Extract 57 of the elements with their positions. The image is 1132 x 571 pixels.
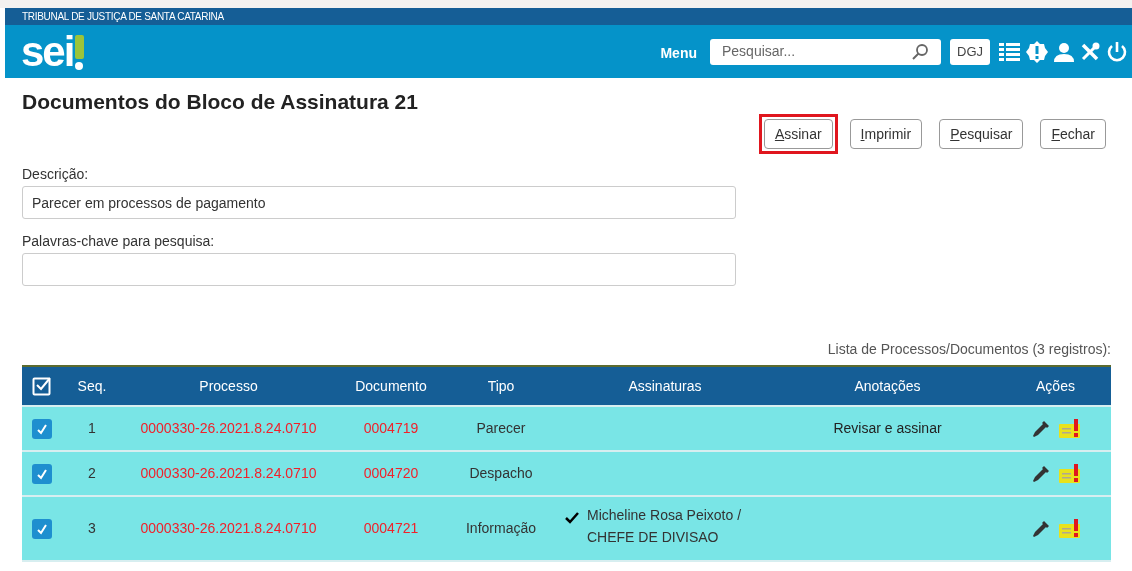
action-button[interactable]: Fechar xyxy=(1040,119,1106,149)
logo[interactable]: sei xyxy=(21,30,74,73)
action-button[interactable]: Imprimir xyxy=(849,119,923,149)
field-label: Palavras-chave para pesquisa: xyxy=(22,232,216,250)
check-icon xyxy=(36,522,48,535)
process-link[interactable]: 0000330-26.2021.8.24.0710 xyxy=(140,463,317,484)
alert-badge-icon[interactable] xyxy=(1026,40,1048,63)
action-button[interactable]: Assinar xyxy=(763,119,833,149)
pen-icon[interactable] xyxy=(1030,518,1051,539)
page-title: Documentos do Bloco de Assinatura 21 xyxy=(22,89,419,115)
pen-icon[interactable] xyxy=(1030,463,1051,484)
process-link[interactable]: 0000330-26.2021.8.24.0710 xyxy=(140,518,317,539)
text-field[interactable] xyxy=(22,253,736,286)
row-checkbox[interactable] xyxy=(32,518,52,539)
document-link[interactable]: 0004721 xyxy=(363,518,419,539)
check-icon xyxy=(36,422,48,435)
text-field[interactable]: Parecer em processos de pagamento xyxy=(22,186,736,219)
note-alert-icon[interactable] xyxy=(1058,463,1081,484)
row-checkbox[interactable] xyxy=(32,418,52,439)
field-label: Descrição: xyxy=(22,165,90,183)
logo-exclamation-icon xyxy=(73,34,86,71)
seq-cell-text: 2 xyxy=(88,464,96,483)
type-cell-text: Despacho xyxy=(469,464,533,483)
power-icon[interactable] xyxy=(1106,40,1128,63)
seq-cell-text: 1 xyxy=(88,419,96,438)
document-link[interactable]: 0004720 xyxy=(363,463,419,484)
annotation-cell-text: Revisar e assinar xyxy=(833,419,942,438)
column-header: Seq. xyxy=(77,376,107,396)
search-field[interactable]: Pesquisar... xyxy=(710,38,941,65)
action-button[interactable]: Pesquisar xyxy=(939,119,1024,149)
type-cell-text: Parecer xyxy=(476,419,526,438)
column-header: Tipo xyxy=(487,376,515,396)
column-header: Processo xyxy=(199,376,258,396)
seq-cell-text: 3 xyxy=(88,519,96,538)
column-header: Ações xyxy=(1036,376,1075,396)
note-alert-icon[interactable] xyxy=(1058,418,1081,439)
pen-icon[interactable] xyxy=(1030,418,1051,439)
column-header: Anotações xyxy=(854,376,921,396)
menu-link[interactable]: Menu xyxy=(660,43,697,64)
table-caption: Lista de Processos/Documentos (3 registros): xyxy=(827,340,1111,359)
process-link[interactable]: 0000330-26.2021.8.24.0710 xyxy=(140,418,317,439)
list-icon[interactable] xyxy=(999,41,1020,62)
note-alert-icon[interactable] xyxy=(1058,518,1081,539)
search-icon[interactable] xyxy=(911,42,929,61)
document-link[interactable]: 0004719 xyxy=(363,418,419,439)
column-header: Documento xyxy=(355,376,427,396)
row-checkbox[interactable] xyxy=(32,463,52,484)
check-icon xyxy=(36,467,48,480)
select-all-icon[interactable] xyxy=(32,376,52,396)
signature-text: Micheline Rosa Peixoto / CHEFE DE DIVISAO xyxy=(587,505,743,547)
unit-button[interactable]: DGJ xyxy=(950,38,990,65)
type-cell-text: Informação xyxy=(465,519,536,538)
org-name: TRIBUNAL DE JUSTIÇA DE SANTA CATARINA xyxy=(22,10,224,24)
search-input[interactable]: Pesquisar... xyxy=(722,41,911,62)
user-icon[interactable] xyxy=(1054,41,1074,62)
column-header: Assinaturas xyxy=(628,376,702,396)
tools-icon[interactable] xyxy=(1080,41,1100,62)
